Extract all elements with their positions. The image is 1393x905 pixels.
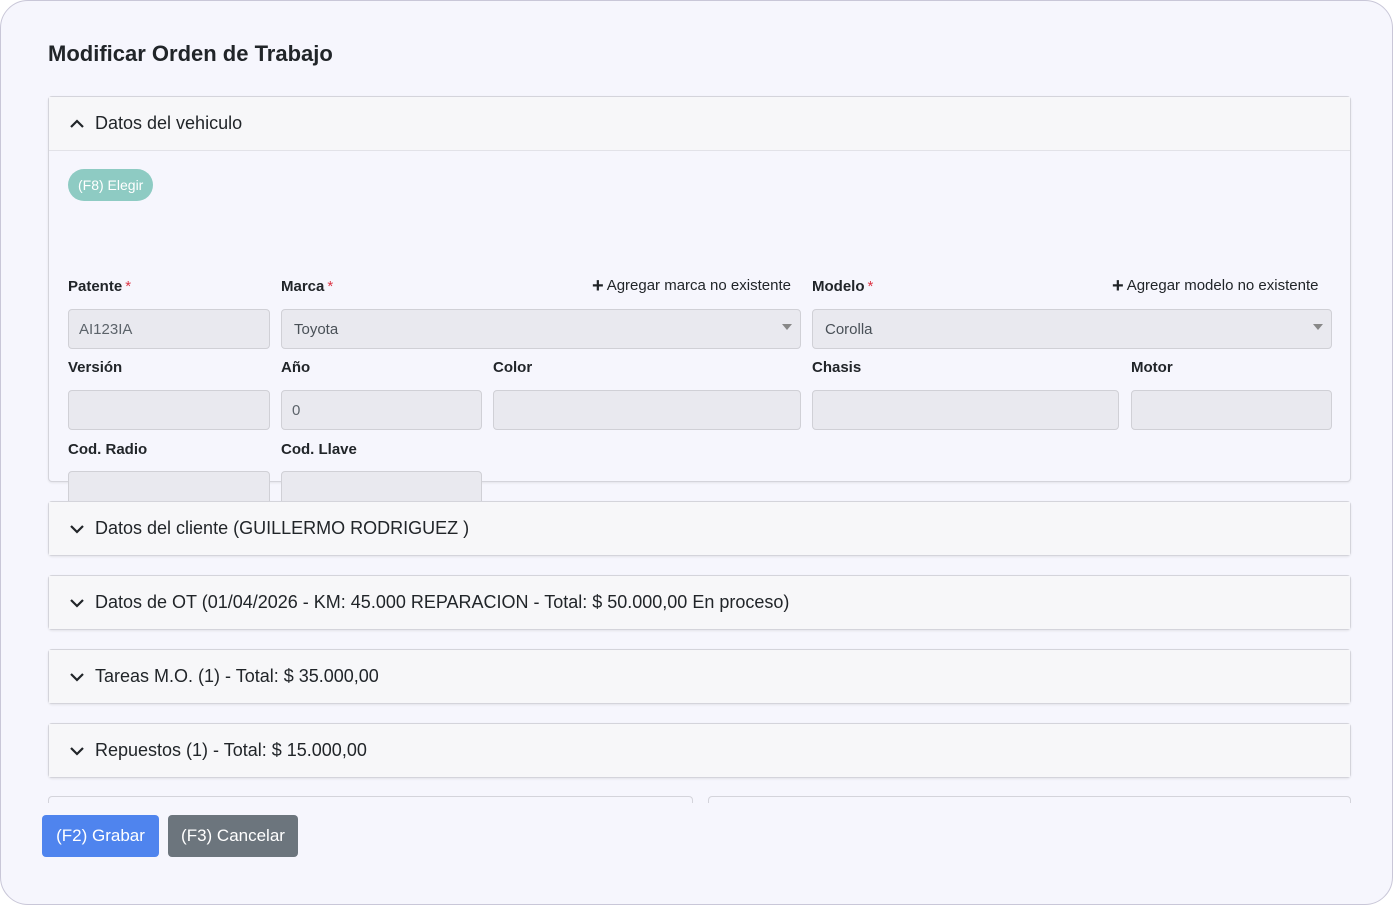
tasks-panel-title: Tareas M.O. (1) - Total: $ 35.000,00 bbox=[95, 666, 379, 686]
marca-label-text: Marca bbox=[281, 278, 325, 295]
hidden-panel-left bbox=[48, 796, 693, 803]
client-panel-header[interactable]: Datos del cliente (GUILLERMO RODRIGUEZ ) bbox=[49, 502, 1350, 555]
required-mark: * bbox=[327, 278, 334, 295]
parts-panel-header[interactable]: Repuestos (1) - Total: $ 15.000,00 bbox=[49, 724, 1350, 777]
anio-input[interactable]: 0 bbox=[281, 390, 482, 430]
motor-input[interactable] bbox=[1131, 390, 1332, 430]
modelo-select[interactable]: Corolla bbox=[812, 309, 1332, 349]
chasis-input[interactable] bbox=[812, 390, 1119, 430]
version-label: Versión bbox=[68, 359, 123, 376]
client-panel: Datos del cliente (GUILLERMO RODRIGUEZ ) bbox=[48, 501, 1351, 556]
vehicle-panel-body: (F8) Elegir Patente * Marca * + Agregar mar… bbox=[49, 151, 1350, 512]
color-label: Color bbox=[493, 359, 533, 376]
hidden-panel-right bbox=[708, 796, 1351, 803]
motor-label: Motor bbox=[1131, 359, 1173, 376]
add-brand-link[interactable]: + Agregar marca no existente bbox=[592, 275, 791, 298]
modelo-label: Modelo * bbox=[812, 278, 873, 295]
chevron-up-icon bbox=[69, 116, 85, 132]
cod-radio-label: Cod. Radio bbox=[68, 441, 148, 458]
choose-vehicle-button[interactable]: (F8) Elegir bbox=[68, 169, 154, 201]
plus-icon: + bbox=[1112, 275, 1124, 297]
add-brand-text: Agregar marca no existente bbox=[606, 277, 791, 294]
patente-input[interactable]: AI123IA bbox=[68, 309, 270, 349]
caret-down-icon bbox=[1313, 324, 1323, 330]
marca-select[interactable]: Toyota bbox=[281, 309, 801, 349]
required-mark: * bbox=[125, 278, 132, 295]
vehicle-panel-header[interactable]: Datos del vehiculo bbox=[49, 97, 1350, 151]
tasks-panel-header[interactable]: Tareas M.O. (1) - Total: $ 35.000,00 bbox=[49, 650, 1350, 703]
chevron-down-icon bbox=[69, 595, 85, 611]
tasks-panel: Tareas M.O. (1) - Total: $ 35.000,00 bbox=[48, 649, 1351, 704]
modelo-label-text: Modelo bbox=[812, 278, 865, 295]
caret-down-icon bbox=[782, 324, 792, 330]
required-mark: * bbox=[867, 278, 874, 295]
ot-panel: Datos de OT (01/04/2026 - KM: 45.000 REP… bbox=[48, 575, 1351, 630]
cancel-button[interactable]: (F3) Cancelar bbox=[168, 815, 298, 857]
save-button[interactable]: (F2) Grabar bbox=[42, 815, 159, 857]
add-model-text: Agregar modelo no existente bbox=[1126, 277, 1319, 294]
ot-panel-header[interactable]: Datos de OT (01/04/2026 - KM: 45.000 REP… bbox=[49, 576, 1350, 629]
parts-panel-title: Repuestos (1) - Total: $ 15.000,00 bbox=[95, 740, 367, 760]
client-panel-title: Datos del cliente (GUILLERMO RODRIGUEZ ) bbox=[95, 518, 470, 538]
page-title: Modificar Orden de Trabajo bbox=[48, 41, 333, 66]
patente-label-text: Patente bbox=[68, 278, 123, 295]
plus-icon: + bbox=[592, 275, 604, 297]
marca-label: Marca * bbox=[281, 278, 333, 295]
ot-panel-title: Datos de OT (01/04/2026 - KM: 45.000 REP… bbox=[95, 592, 790, 612]
cod-llave-label: Cod. Llave bbox=[281, 441, 357, 458]
chevron-down-icon bbox=[69, 743, 85, 759]
modal-window: Modificar Orden de Trabajo Datos del veh… bbox=[0, 0, 1393, 905]
vehicle-panel-title: Datos del vehiculo bbox=[95, 113, 243, 133]
version-input[interactable] bbox=[68, 390, 270, 430]
chevron-down-icon bbox=[69, 521, 85, 537]
chasis-label: Chasis bbox=[812, 359, 862, 376]
add-model-link[interactable]: + Agregar modelo no existente bbox=[1112, 275, 1318, 298]
modelo-value: Corolla bbox=[825, 320, 873, 338]
vehicle-panel: Datos del vehiculo (F8) Elegir Patente * … bbox=[48, 96, 1351, 512]
patente-label: Patente * bbox=[68, 278, 131, 295]
chevron-down-icon bbox=[69, 669, 85, 685]
anio-label: Año bbox=[281, 359, 311, 376]
marca-value: Toyota bbox=[294, 320, 339, 338]
parts-panel: Repuestos (1) - Total: $ 15.000,00 bbox=[48, 723, 1351, 778]
color-input[interactable] bbox=[493, 390, 801, 430]
